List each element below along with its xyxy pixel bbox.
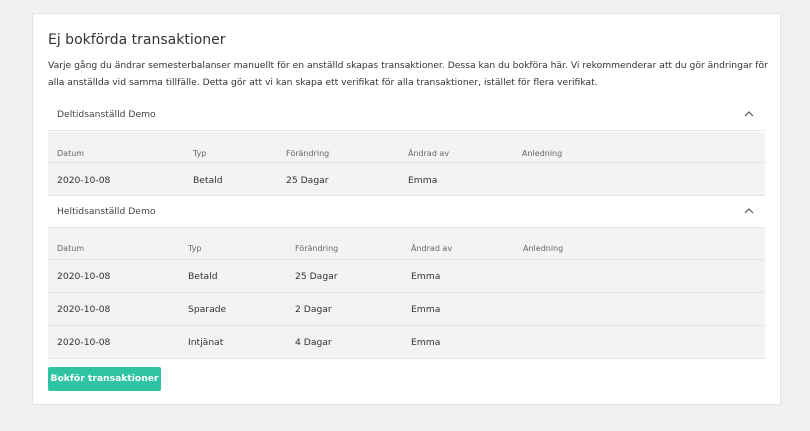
cell-changed-by: Emma xyxy=(411,271,441,282)
column-header-date: Datum xyxy=(57,244,85,253)
cell-changed-by: Emma xyxy=(411,337,441,348)
description-text: Varje gång du ändrar semesterbalanser ma… xyxy=(48,60,768,88)
book-transactions-button[interactable]: Bokför transaktioner xyxy=(48,367,161,391)
table-row: 2020-10-08 Sparade 2 Dagar Emma xyxy=(48,293,765,326)
group-header-heltid[interactable]: Heltidsanställd Demo xyxy=(48,196,765,228)
cell-date: 2020-10-08 xyxy=(57,337,111,348)
cell-type: Intjänat xyxy=(188,337,224,348)
cell-type: Betald xyxy=(188,271,218,282)
group-title: Deltidsanställd Demo xyxy=(57,109,156,120)
transactions-table-heltid: Datum Typ Förändring Ändrad av Anledning… xyxy=(48,228,765,359)
transactions-table-deltid: Datum Typ Förändring Ändrad av Anledning… xyxy=(48,132,765,196)
column-header-changed-by: Ändrad av xyxy=(411,244,453,253)
column-header-type: Typ xyxy=(188,244,202,253)
cell-changed-by: Emma xyxy=(411,304,441,315)
chevron-up-icon[interactable] xyxy=(743,109,755,119)
column-header-change: Förändring xyxy=(295,244,339,253)
column-header-change: Förändring xyxy=(286,149,330,158)
chevron-up-icon[interactable] xyxy=(743,206,755,216)
table-row: 2020-10-08 Intjänat 4 Dagar Emma xyxy=(48,326,765,359)
cell-changed-by: Emma xyxy=(408,175,438,186)
column-header-date: Datum xyxy=(57,149,85,158)
column-header-reason: Anledning xyxy=(522,149,563,158)
table-header-row: Datum Typ Förändring Ändrad av Anledning xyxy=(48,132,765,163)
table-row: 2020-10-08 Betald 25 Dagar Emma xyxy=(48,260,765,293)
group-header-deltid[interactable]: Deltidsanställd Demo xyxy=(48,99,765,131)
cell-date: 2020-10-08 xyxy=(57,271,111,282)
page-title: Ej bokförda transaktioner xyxy=(48,32,226,48)
cell-type: Betald xyxy=(193,175,223,186)
cell-change: 2 Dagar xyxy=(295,304,332,315)
column-header-changed-by: Ändrad av xyxy=(408,149,450,158)
cell-type: Sparade xyxy=(188,304,227,315)
group-title: Heltidsanställd Demo xyxy=(57,206,156,217)
column-header-type: Typ xyxy=(193,149,207,158)
cell-date: 2020-10-08 xyxy=(57,175,111,186)
table-row: 2020-10-08 Betald 25 Dagar Emma xyxy=(48,163,765,196)
table-header-row: Datum Typ Förändring Ändrad av Anledning xyxy=(48,228,765,260)
cell-change: 4 Dagar xyxy=(295,337,332,348)
column-header-reason: Anledning xyxy=(523,244,564,253)
cell-date: 2020-10-08 xyxy=(57,304,111,315)
transactions-card: Ej bokförda transaktioner Varje gång du … xyxy=(32,13,781,405)
cell-change: 25 Dagar xyxy=(286,175,329,186)
cell-change: 25 Dagar xyxy=(295,271,338,282)
